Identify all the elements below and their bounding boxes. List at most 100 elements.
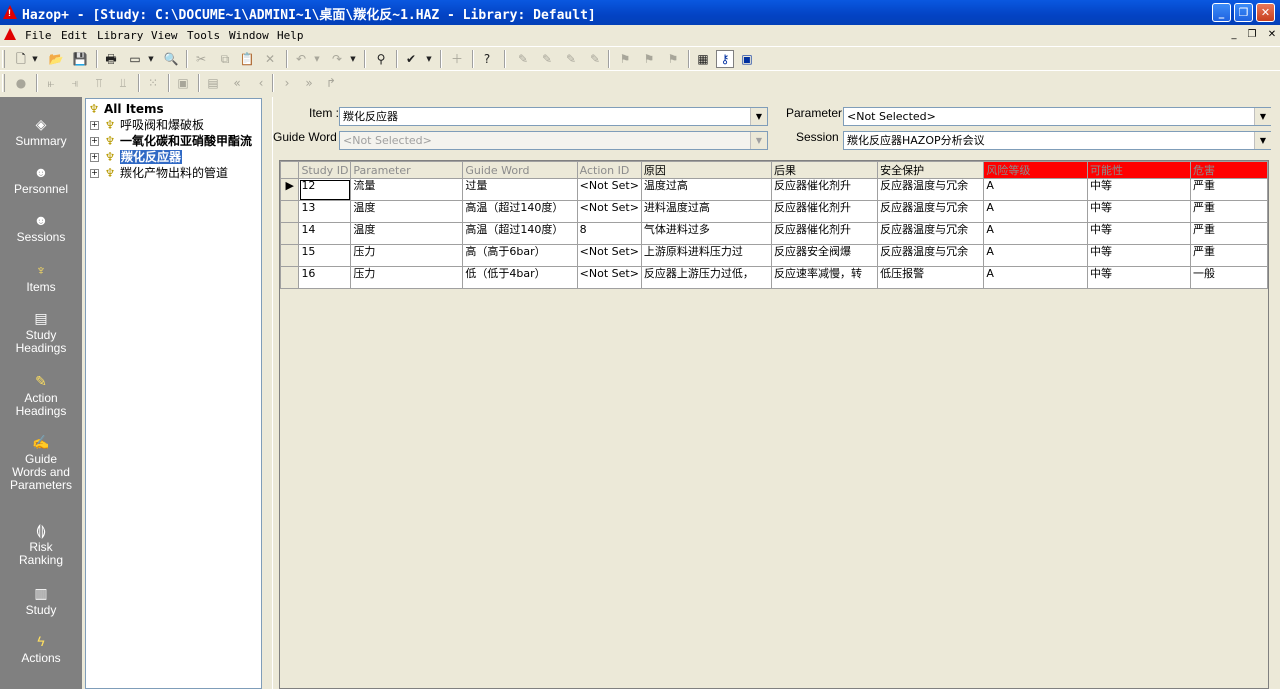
nav-action-headings[interactable]: ✎ Action Headings <box>0 372 82 418</box>
menu-help[interactable]: Help <box>277 29 304 42</box>
table-cell[interactable]: 压力 <box>350 244 464 267</box>
last-record-icon[interactable]: » <box>300 74 318 92</box>
session-combo[interactable]: 羰化反应器HAZOP分析会议 ▼ <box>843 131 1272 150</box>
column-header[interactable]: Action ID <box>576 161 642 179</box>
tree-node-1[interactable]: + ♆ 呼吸阀和爆破板 <box>90 117 204 133</box>
table-cell[interactable]: A <box>983 244 1088 267</box>
table-cell[interactable]: 反应器上游压力过低， <box>640 266 772 289</box>
vertical-scrollbar[interactable] <box>1271 97 1280 689</box>
column-header[interactable]: 后果 <box>770 161 879 179</box>
row-selector[interactable] <box>280 222 300 245</box>
menu-view[interactable]: View <box>151 29 178 42</box>
expand-icon[interactable]: + <box>90 121 99 130</box>
print-icon[interactable]: 🖶 <box>102 50 120 68</box>
align-right-icon[interactable]: ⫣ <box>66 74 84 92</box>
row-selector[interactable] <box>280 244 300 267</box>
table-cell[interactable]: 低（低于4bar） <box>462 266 578 289</box>
table-cell[interactable]: 16 <box>298 266 352 289</box>
table-cell[interactable]: 严重 <box>1190 244 1268 267</box>
select-all-cell[interactable] <box>280 161 300 179</box>
align-top-icon[interactable]: ⫪ <box>90 74 108 92</box>
calendar-icon[interactable]: ▣ <box>738 50 756 68</box>
tree-node-4[interactable]: + ♆ 羰化产物出料的管道 <box>90 165 228 181</box>
goto-record-icon[interactable]: ↱ <box>322 74 340 92</box>
spellcheck-icon[interactable]: ✔ <box>402 50 420 68</box>
menu-library[interactable]: Library <box>97 29 143 42</box>
table-cell[interactable]: 15 <box>298 244 352 267</box>
redo-icon[interactable]: ↷ <box>328 50 346 68</box>
view-icon[interactable]: ▭ <box>126 50 144 68</box>
previous-record-icon[interactable]: ‹ <box>252 74 270 92</box>
mdi-close-button[interactable]: ✕ <box>1264 28 1280 42</box>
table-cell[interactable]: 8 <box>576 222 642 245</box>
table-row[interactable]: 16 压力 低（低于4bar） <Not Set> 反应器上游压力过低， 反应速… <box>280 266 1268 289</box>
column-header[interactable]: 风险等级 <box>983 161 1088 179</box>
table-row[interactable]: 14 温度 高温（超过140度） 8 气体进料过多 反应器催化剂升 反应器温度与… <box>280 222 1268 245</box>
worksheet-delete-icon[interactable]: ✎ <box>562 50 580 68</box>
close-button[interactable]: ✕ <box>1256 3 1275 22</box>
table-cell[interactable]: 严重 <box>1190 200 1268 223</box>
table-cell[interactable]: 高温（超过140度） <box>462 222 578 245</box>
mdi-restore-button[interactable]: ❐ <box>1244 28 1260 42</box>
worksheet-clear-icon[interactable]: ✎ <box>586 50 604 68</box>
table-cell[interactable]: 压力 <box>350 266 464 289</box>
table-cell[interactable]: 13 <box>298 200 352 223</box>
table-row[interactable]: ▶ 12 流量 过量 <Not Set> 温度过高 反应器催化剂升 反应器温度与… <box>280 178 1268 201</box>
table-cell[interactable]: 流量 <box>350 178 464 201</box>
nav-items[interactable]: ♆ Items <box>0 261 82 294</box>
table-cell[interactable]: 上游原料进料压力过 <box>640 244 772 267</box>
column-header[interactable]: Parameter <box>350 161 464 179</box>
row-selector[interactable] <box>280 200 300 223</box>
next-record-icon[interactable]: › <box>278 74 296 92</box>
table-cell[interactable]: 反应器催化剂升 <box>770 178 879 201</box>
minimize-button[interactable]: _ <box>1212 3 1231 22</box>
table-cell[interactable]: 12 <box>298 178 352 201</box>
copy-icon[interactable]: ⧉ <box>216 50 234 68</box>
flag-icon[interactable]: ⚑ <box>616 50 634 68</box>
table-cell[interactable]: 严重 <box>1190 178 1268 201</box>
chevron-down-icon[interactable]: ▼ <box>1254 108 1271 125</box>
new-icon[interactable]: 🗋 <box>12 50 30 68</box>
help-icon[interactable]: ? <box>478 50 496 68</box>
table-cell[interactable]: A <box>983 266 1088 289</box>
print-preview-icon[interactable]: 🔍 <box>162 50 180 68</box>
nav-sessions[interactable]: ☻ Sessions <box>0 211 82 244</box>
open-icon[interactable]: 📂 <box>47 50 65 68</box>
menu-file[interactable]: File <box>25 29 52 42</box>
tree-node-3[interactable]: + ♆ 羰化反应器 <box>90 149 183 165</box>
key-icon[interactable]: ⚷ <box>716 50 734 68</box>
undo-dropdown-icon[interactable]: ▼ <box>312 50 322 68</box>
table-cell[interactable]: 14 <box>298 222 352 245</box>
table-cell[interactable]: A <box>983 178 1088 201</box>
table-cell[interactable]: 中等 <box>1087 200 1191 223</box>
table-cell[interactable]: <Not Set> <box>576 266 642 289</box>
nav-study-headings[interactable]: ▤ Study Headings <box>0 309 82 355</box>
worksheet-insert-icon[interactable]: ✎ <box>514 50 532 68</box>
nav-personnel[interactable]: ☻ Personnel <box>0 163 82 196</box>
table-cell[interactable]: A <box>983 200 1088 223</box>
restore-button[interactable]: ❐ <box>1234 3 1253 22</box>
tree-root[interactable]: ♆ All Items <box>88 101 164 117</box>
table-row[interactable]: 15 压力 高（高于6bar） <Not Set> 上游原料进料压力过 反应器安… <box>280 244 1268 267</box>
column-header[interactable]: 可能性 <box>1087 161 1191 179</box>
table-cell[interactable]: 反应器温度与冗余 <box>877 178 985 201</box>
toolbar-grip[interactable] <box>2 74 5 92</box>
row-selector[interactable] <box>280 266 300 289</box>
bookmark-icon[interactable]: ▤ <box>204 74 222 92</box>
table-row[interactable]: 13 温度 高温（超过140度） <Not Set> 进料温度过高 反应器催化剂… <box>280 200 1268 223</box>
row-selector[interactable]: ▶ <box>280 178 300 201</box>
paste-icon[interactable]: 📋 <box>238 50 256 68</box>
table-cell[interactable]: 反应器温度与冗余 <box>877 244 985 267</box>
table-cell[interactable]: 反应器温度与冗余 <box>877 222 985 245</box>
table-cell[interactable]: 进料温度过高 <box>640 200 772 223</box>
grid-dots-icon[interactable]: ⁙ <box>144 74 162 92</box>
chevron-down-icon[interactable]: ▼ <box>750 132 767 149</box>
redo-dropdown-icon[interactable]: ▼ <box>348 50 358 68</box>
column-header[interactable]: Study ID <box>298 161 352 179</box>
table-cell[interactable]: 反应速率减慢，转 <box>770 266 879 289</box>
item-combo[interactable]: 羰化反应器 ▼ <box>339 107 768 126</box>
record-icon[interactable]: ● <box>12 74 30 92</box>
nav-guide-words-parameters[interactable]: ✍ Guide Words and Parameters <box>0 433 82 492</box>
table-cell[interactable]: <Not Set> <box>576 244 642 267</box>
menu-tools[interactable]: Tools <box>187 29 220 42</box>
